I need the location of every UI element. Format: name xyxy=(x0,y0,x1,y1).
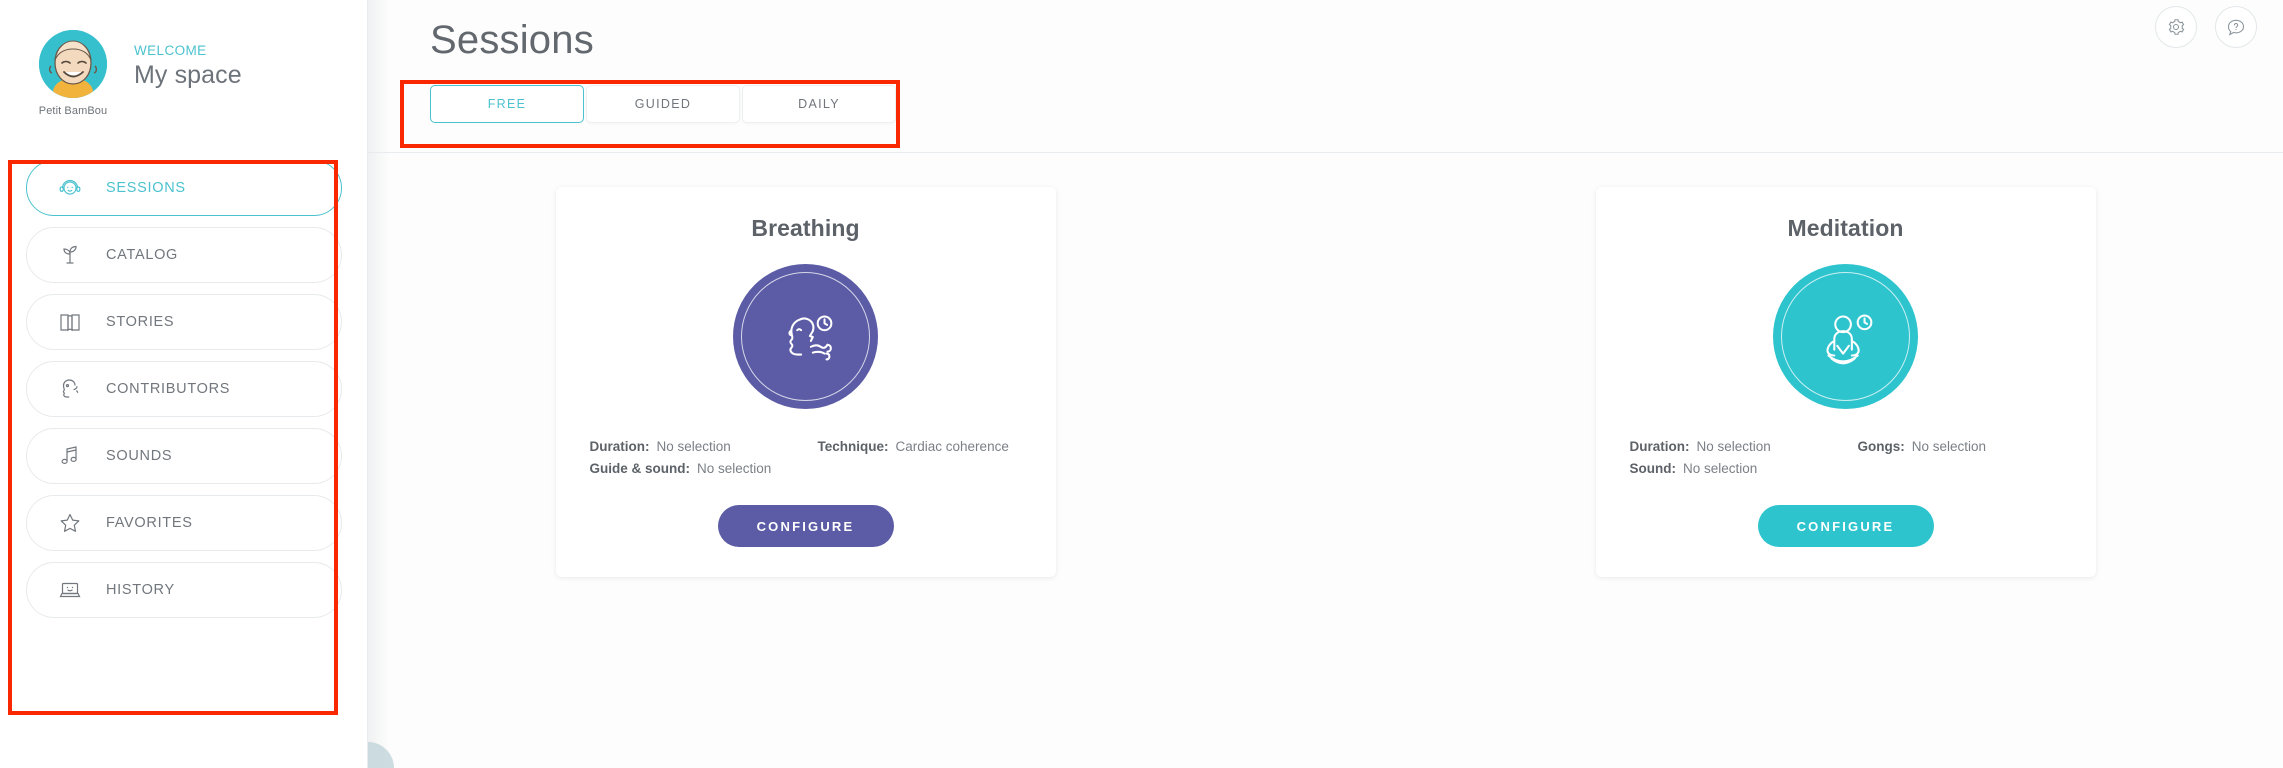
music-note-icon xyxy=(57,443,83,469)
meta-duration: Duration: No selection xyxy=(1630,439,1858,454)
meta-row: Duration: No selection Gongs: No selecti… xyxy=(1630,439,2062,454)
meta-key: Sound: xyxy=(1629,461,1677,476)
sidebar-item-label: SOUNDS xyxy=(106,448,173,464)
tab-label: DAILY xyxy=(798,97,840,111)
main-content: Sessions FREE GUIDED DAILY Breathing Dur… xyxy=(368,0,2283,768)
meta-key: Guide & sound: xyxy=(589,461,691,476)
configure-breathing-button[interactable]: CONFIGURE xyxy=(717,505,894,547)
head-profile-icon xyxy=(57,376,83,402)
avatar-name: Petit BamBou xyxy=(38,104,108,117)
sidebar-item-label: SESSIONS xyxy=(106,180,186,196)
meta-gongs: Gongs: No selection xyxy=(1858,439,1987,454)
meta-technique: Technique: Cardiac coherence xyxy=(818,439,1009,454)
settings-button[interactable] xyxy=(2155,6,2197,48)
meditation-lotus-clock-icon xyxy=(1825,314,1872,364)
breathing-icon-circle xyxy=(733,264,878,409)
cards-container: Breathing Duration: No selection Techniq… xyxy=(368,187,2283,577)
sprout-icon xyxy=(57,242,83,268)
sidebar-item-label: STORIES xyxy=(106,314,175,330)
header-divider xyxy=(368,152,2283,153)
tab-daily[interactable]: DAILY xyxy=(742,85,896,123)
meta-value[interactable]: No selection xyxy=(697,461,771,476)
meta-row: Guide & sound: No selection xyxy=(590,461,1022,476)
card-meditation: Meditation Duration: No selection Gongs:… xyxy=(1595,187,2096,577)
tab-free[interactable]: FREE xyxy=(430,85,584,123)
sidebar-item-sounds[interactable]: SOUNDS xyxy=(26,428,342,484)
meta-value[interactable]: No selection xyxy=(1683,461,1757,476)
sidebar-item-sessions[interactable]: SESSIONS xyxy=(26,160,342,216)
tabs-bar: FREE GUIDED DAILY xyxy=(430,85,2283,123)
card-title: Breathing xyxy=(751,215,860,241)
sidebar-item-favorites[interactable]: FAVORITES xyxy=(26,495,342,551)
meta-key: Duration: xyxy=(589,439,650,454)
sidebar-item-history[interactable]: HISTORY xyxy=(26,562,342,618)
meta-duration: Duration: No selection xyxy=(590,439,818,454)
welcome-label: WELCOME xyxy=(134,42,207,58)
tab-guided[interactable]: GUIDED xyxy=(586,85,740,123)
sidebar-item-catalog[interactable]: CATALOG xyxy=(26,227,342,283)
sidebar-item-label: FAVORITES xyxy=(106,515,193,531)
sidebar-item-contributors[interactable]: CONTRIBUTORS xyxy=(26,361,342,417)
sidebar-item-label: CONTRIBUTORS xyxy=(106,381,231,397)
welcome-block: WELCOME My space xyxy=(134,43,242,90)
meta-row: Sound: No selection xyxy=(1630,461,2062,476)
tab-label: GUIDED xyxy=(634,97,692,111)
app-root: Petit BamBou WELCOME My space SESSIONS C… xyxy=(0,0,2283,768)
sidebar-item-stories[interactable]: STORIES xyxy=(26,294,342,350)
meta-value[interactable]: No selection xyxy=(657,439,731,454)
meta-key: Gongs: xyxy=(1857,439,1905,454)
avatar-wrap: Petit BamBou xyxy=(30,29,116,117)
laptop-icon xyxy=(57,577,83,603)
open-book-icon xyxy=(57,309,83,335)
page-title: Sessions xyxy=(430,18,594,62)
user-avatar-icon xyxy=(39,29,107,98)
main-inner: Sessions FREE GUIDED DAILY Breathing Dur… xyxy=(368,0,2283,768)
meta-guide-sound: Guide & sound: No selection xyxy=(590,461,818,476)
configure-meditation-button[interactable]: CONFIGURE xyxy=(1757,505,1934,547)
sidebar-item-label: CATALOG xyxy=(106,247,179,263)
card-meta: Duration: No selection Technique: Cardia… xyxy=(586,439,1026,483)
meta-key: Duration: xyxy=(1629,439,1690,454)
gear-icon xyxy=(2168,19,2185,35)
sidebar-nav: SESSIONS CATALOG STORIES CONTRIBUTORS SO… xyxy=(0,160,368,618)
breathing-face-clock-icon xyxy=(787,315,832,360)
headphones-face-icon xyxy=(57,175,83,201)
profile-header: Petit BamBou WELCOME My space xyxy=(0,0,368,130)
meta-value[interactable]: Cardiac coherence xyxy=(896,439,1009,454)
meta-row: Duration: No selection Technique: Cardia… xyxy=(590,439,1022,454)
question-bubble-icon xyxy=(2227,19,2245,36)
top-actions xyxy=(2155,6,2257,48)
card-title: Meditation xyxy=(1787,215,1904,241)
meta-value[interactable]: No selection xyxy=(1912,439,1986,454)
sidebar-item-label: HISTORY xyxy=(106,582,175,598)
help-button[interactable] xyxy=(2215,6,2257,48)
tab-label: FREE xyxy=(487,97,527,111)
star-icon xyxy=(57,510,83,536)
meta-sound: Sound: No selection xyxy=(1630,461,1858,476)
card-breathing: Breathing Duration: No selection Techniq… xyxy=(555,187,1056,577)
avatar[interactable] xyxy=(39,29,107,98)
meta-value[interactable]: No selection xyxy=(1697,439,1771,454)
meditation-icon-circle xyxy=(1773,264,1918,409)
page-space-title: My space xyxy=(134,60,242,89)
sidebar: Petit BamBou WELCOME My space SESSIONS C… xyxy=(0,0,368,768)
meta-key: Technique: xyxy=(817,439,889,454)
card-meta: Duration: No selection Gongs: No selecti… xyxy=(1626,439,2066,483)
